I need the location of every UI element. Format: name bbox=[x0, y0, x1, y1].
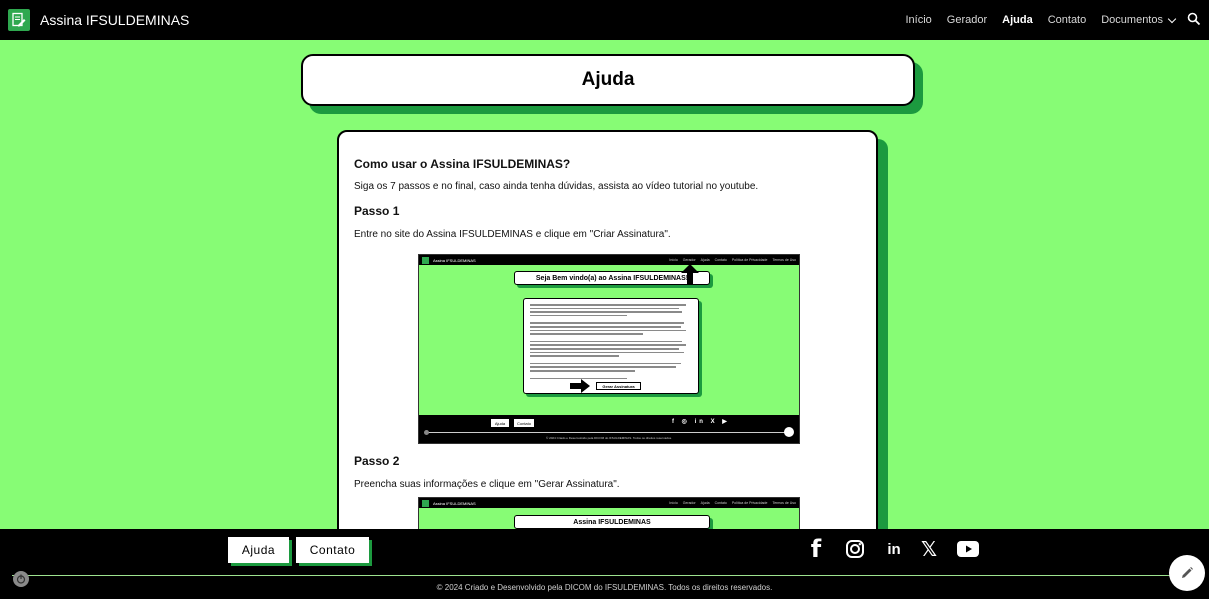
arrow-right-icon bbox=[570, 379, 590, 393]
screenshot-link: Ajuda bbox=[700, 501, 710, 505]
title-card: Ajuda bbox=[301, 54, 915, 106]
nav-ajuda[interactable]: Ajuda bbox=[1002, 14, 1033, 26]
screenshot-copyright: © 2024 Criado e Desenvolvido pela DICOM … bbox=[546, 436, 672, 440]
nav-links: Início Gerador Ajuda Contato Documentos bbox=[890, 12, 1203, 28]
screenshot-link: Início bbox=[669, 501, 678, 505]
screenshot-social-icons: f ◎ in X ▶ bbox=[672, 419, 730, 425]
screenshot-navbar: Assina IFSULDEMINAS Início Gerador Ajuda… bbox=[419, 498, 799, 508]
screenshot-link: Contato bbox=[714, 258, 727, 262]
brand-name: Assina IFSULDEMINAS bbox=[40, 12, 190, 28]
screenshot-navbar: Assina IFSULDEMINAS Início Gerador Ajuda… bbox=[419, 255, 799, 265]
facebook-icon[interactable]: f bbox=[808, 535, 824, 563]
screenshot-brand: Assina IFSULDEMINAS bbox=[433, 500, 476, 506]
arrow-up-icon bbox=[681, 264, 699, 284]
nav-gerador[interactable]: Gerador bbox=[947, 14, 987, 26]
footer-contact-button[interactable]: Contato bbox=[296, 537, 369, 563]
screenshot-footer: Ajuda Contato f ◎ in X ▶ © 2024 Criado e… bbox=[419, 415, 799, 443]
nav-inicio[interactable]: Início bbox=[905, 14, 931, 26]
page-title: Ajuda bbox=[581, 69, 635, 90]
screenshot-brand: Assina IFSULDEMINAS bbox=[433, 257, 476, 263]
help-intro: Siga os 7 passos e no final, caso ainda … bbox=[354, 181, 759, 192]
screenshot-link: Início bbox=[669, 258, 678, 262]
chevron-down-icon bbox=[1167, 14, 1177, 23]
brand[interactable]: Assina IFSULDEMINAS bbox=[8, 9, 189, 31]
screenshot-footer-button: Contato bbox=[514, 419, 534, 427]
pencil-edit-icon[interactable] bbox=[1169, 555, 1205, 591]
logo-icon bbox=[422, 499, 429, 507]
step-1-text: Entre no site do Assina IFSULDEMINAS e c… bbox=[354, 229, 671, 240]
screenshot-banner: Assina IFSULDEMINAS bbox=[514, 515, 710, 529]
page-title-card: Ajuda bbox=[301, 54, 923, 114]
step-2-text: Preencha suas informações e clique em "G… bbox=[354, 479, 620, 490]
instagram-icon[interactable] bbox=[844, 537, 866, 561]
help-content: Como usar o Assina IFSULDEMINAS? Siga os… bbox=[339, 132, 876, 240]
logo-icon bbox=[8, 9, 30, 31]
screenshot-generate-button: Gerar Assinatura bbox=[596, 382, 641, 390]
linkedin-icon[interactable]: in bbox=[883, 537, 905, 561]
nav-contato[interactable]: Contato bbox=[1048, 14, 1087, 26]
screenshot-link: Ajuda bbox=[700, 258, 710, 262]
step-1-screenshot: Assina IFSULDEMINAS Início Gerador Ajuda… bbox=[418, 254, 800, 444]
screenshot-links: Início Gerador Ajuda Contato Política de… bbox=[664, 501, 796, 505]
footer: Ajuda Contato f in 𝕏 © 2024 Criado e Des… bbox=[0, 529, 1209, 599]
youtube-icon[interactable] bbox=[957, 537, 979, 561]
screenshot-link: Gerador bbox=[682, 501, 696, 505]
screenshot-link: Contato bbox=[714, 501, 727, 505]
logo-icon bbox=[422, 256, 429, 264]
search-icon[interactable] bbox=[1187, 12, 1203, 28]
screenshot-links: Início Gerador Ajuda Contato Política de… bbox=[664, 258, 796, 262]
screenshot-footer-button: Ajuda bbox=[491, 419, 509, 427]
screenshot-link: Gerador bbox=[682, 258, 696, 262]
nav-documentos[interactable]: Documentos bbox=[1101, 14, 1177, 26]
step-2-title: Passo 2 bbox=[354, 454, 400, 468]
screenshot-body: Gerar Assinatura bbox=[523, 298, 699, 394]
screenshot-link: Política de Privacidade bbox=[731, 501, 768, 505]
help-heading: Como usar o Assina IFSULDEMINAS? bbox=[354, 157, 571, 171]
top-navbar: Assina IFSULDEMINAS Início Gerador Ajuda… bbox=[0, 0, 1209, 40]
screenshot-power-icon bbox=[424, 430, 429, 435]
screenshot-link: Termos de Uso bbox=[772, 258, 796, 262]
screenshot-link: Política de Privacidade bbox=[731, 258, 768, 262]
step-1-title: Passo 1 bbox=[354, 204, 400, 218]
screenshot-link: Termos de Uso bbox=[772, 501, 796, 505]
nav-documentos-label: Documentos bbox=[1101, 14, 1163, 26]
copyright-text: © 2024 Criado e Desenvolvido pela DICOM … bbox=[436, 583, 773, 592]
footer-help-button[interactable]: Ajuda bbox=[228, 537, 289, 563]
footer-divider bbox=[12, 575, 1197, 576]
x-icon[interactable]: 𝕏 bbox=[918, 537, 940, 561]
help-content-card[interactable]: Como usar o Assina IFSULDEMINAS? Siga os… bbox=[337, 130, 878, 550]
screenshot-divider bbox=[427, 432, 791, 433]
